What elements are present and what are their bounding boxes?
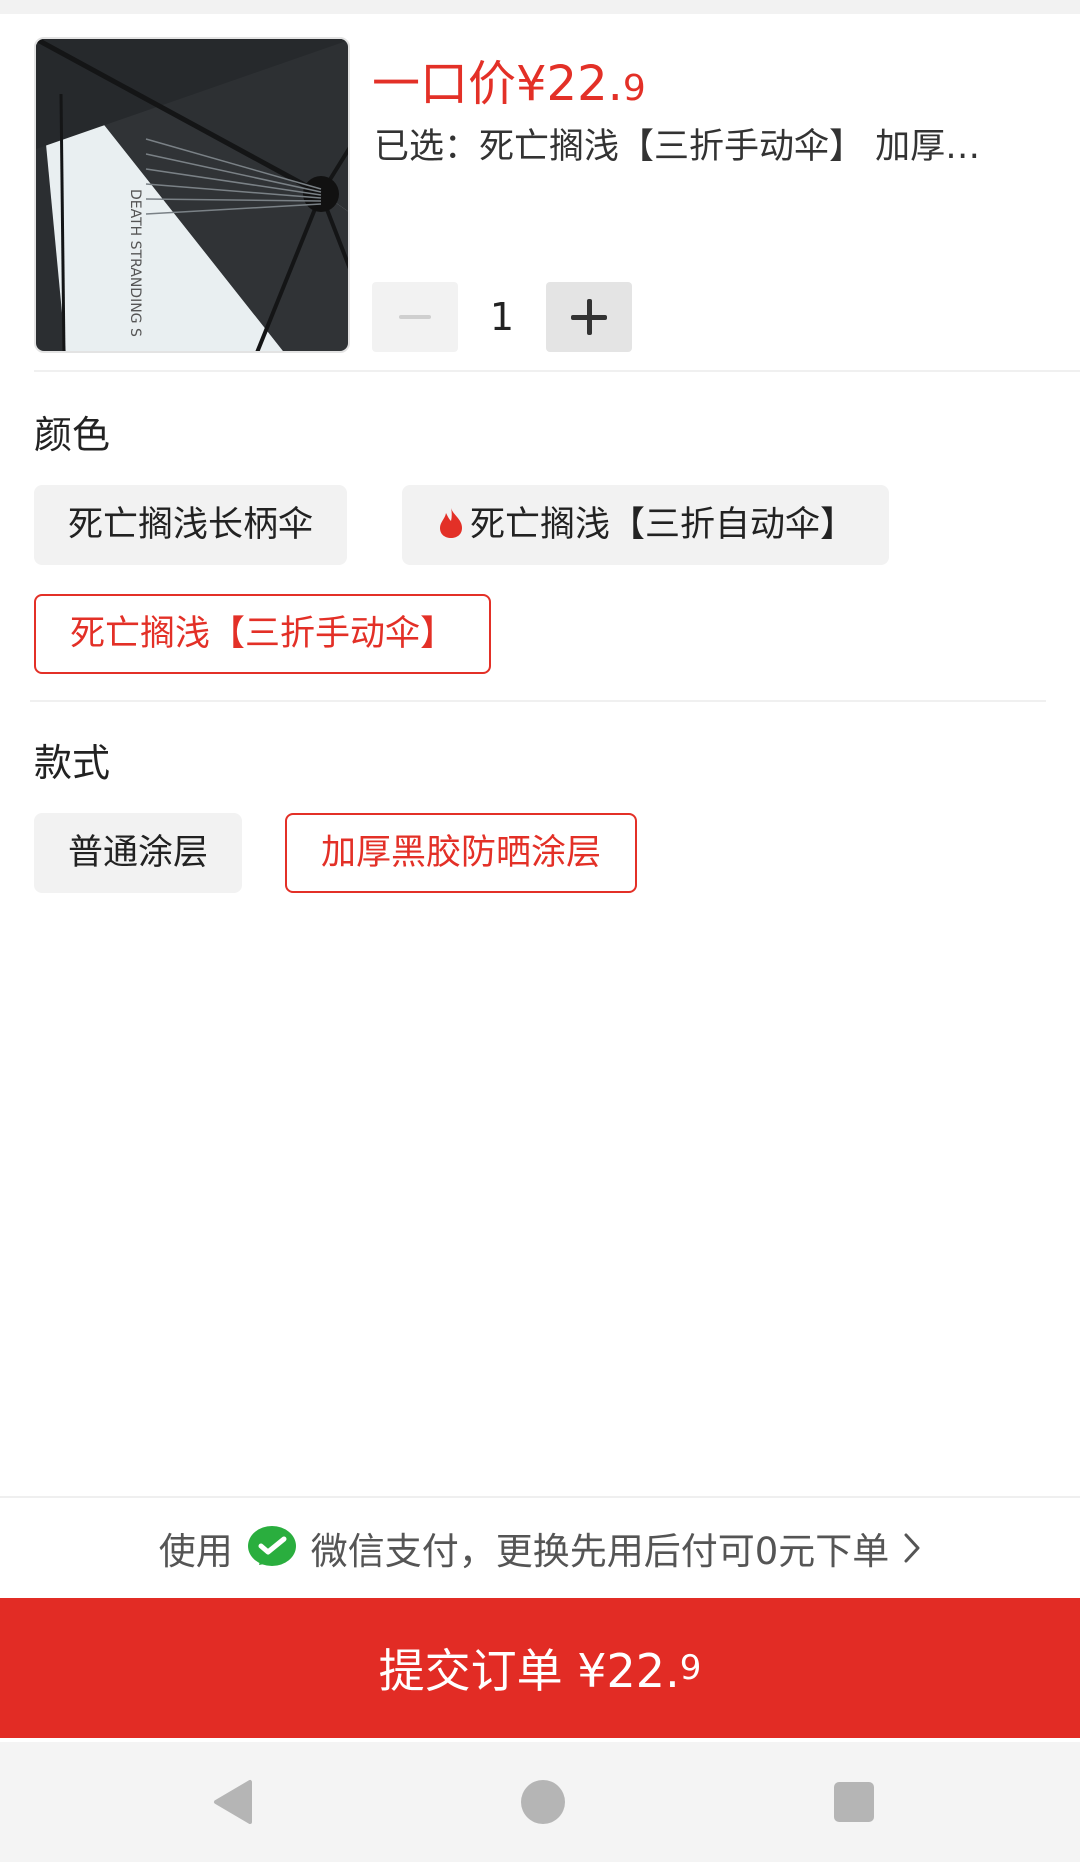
divider bbox=[34, 370, 1080, 372]
style-option-black-glue-coating[interactable]: 加厚黑胶防晒涂层 bbox=[285, 813, 638, 893]
payment-prefix: 使用 bbox=[158, 1530, 233, 1573]
quantity-decrease-button[interactable] bbox=[372, 282, 458, 352]
price-integer: 22. bbox=[546, 56, 623, 112]
minus-icon bbox=[399, 315, 431, 319]
payment-text: 微信支付，更换先用后付可0元下单 bbox=[310, 1530, 890, 1573]
umbrella-image: DEATH STRANDING S bbox=[36, 39, 348, 351]
submit-price-decimal: 9 bbox=[679, 1648, 702, 1688]
price-prefix: 一口价¥ bbox=[372, 56, 547, 112]
home-circle-icon bbox=[521, 1780, 565, 1824]
wechat-pay-icon bbox=[247, 1526, 296, 1566]
quantity-value[interactable]: 1 bbox=[458, 282, 546, 352]
option-label: 死亡搁浅【三折自动伞】 bbox=[470, 505, 856, 545]
nav-back-button[interactable] bbox=[172, 1742, 292, 1862]
option-label: 死亡搁浅【三折手动伞】 bbox=[70, 614, 456, 654]
option-label: 普通涂层 bbox=[68, 833, 209, 873]
submit-label: 提交订单 ¥22. bbox=[378, 1644, 680, 1698]
color-option-long-handle[interactable]: 死亡搁浅长柄伞 bbox=[34, 485, 348, 565]
back-triangle-icon bbox=[214, 1780, 252, 1824]
image-print-text: DEATH STRANDING S bbox=[127, 189, 143, 337]
product-image[interactable]: DEATH STRANDING S bbox=[34, 37, 350, 353]
color-section-title: 颜色 bbox=[34, 413, 111, 457]
selected-spec-text: 已选：死亡搁浅【三折手动伞】 加厚黑胶防晒涂层 bbox=[374, 127, 1014, 167]
price: 一口价¥22.9 bbox=[372, 44, 646, 114]
submit-order-button[interactable]: 提交订单 ¥22. 9 bbox=[0, 1598, 1080, 1738]
recents-square-icon bbox=[834, 1782, 874, 1822]
option-label: 加厚黑胶防晒涂层 bbox=[321, 833, 602, 873]
top-strip bbox=[0, 0, 1080, 14]
nav-recents-button[interactable] bbox=[794, 1742, 914, 1862]
payment-method-row[interactable]: 使用 微信支付，更换先用后付可0元下单 bbox=[0, 1498, 1080, 1598]
style-section-title: 款式 bbox=[34, 741, 111, 785]
divider bbox=[30, 700, 1046, 702]
color-option-manual-fold[interactable]: 死亡搁浅【三折手动伞】 bbox=[34, 594, 492, 674]
flame-icon bbox=[440, 508, 462, 538]
plus-icon bbox=[571, 299, 607, 335]
color-option-auto-fold[interactable]: 死亡搁浅【三折自动伞】 bbox=[402, 485, 890, 565]
quantity-increase-button[interactable] bbox=[546, 282, 632, 352]
option-label: 死亡搁浅长柄伞 bbox=[68, 505, 314, 545]
style-option-normal-coating[interactable]: 普通涂层 bbox=[34, 813, 243, 893]
price-decimal: 9 bbox=[622, 68, 646, 109]
nav-home-button[interactable] bbox=[483, 1742, 603, 1862]
system-navigation-bar bbox=[0, 1742, 1080, 1862]
chevron-right-icon bbox=[904, 1533, 920, 1563]
